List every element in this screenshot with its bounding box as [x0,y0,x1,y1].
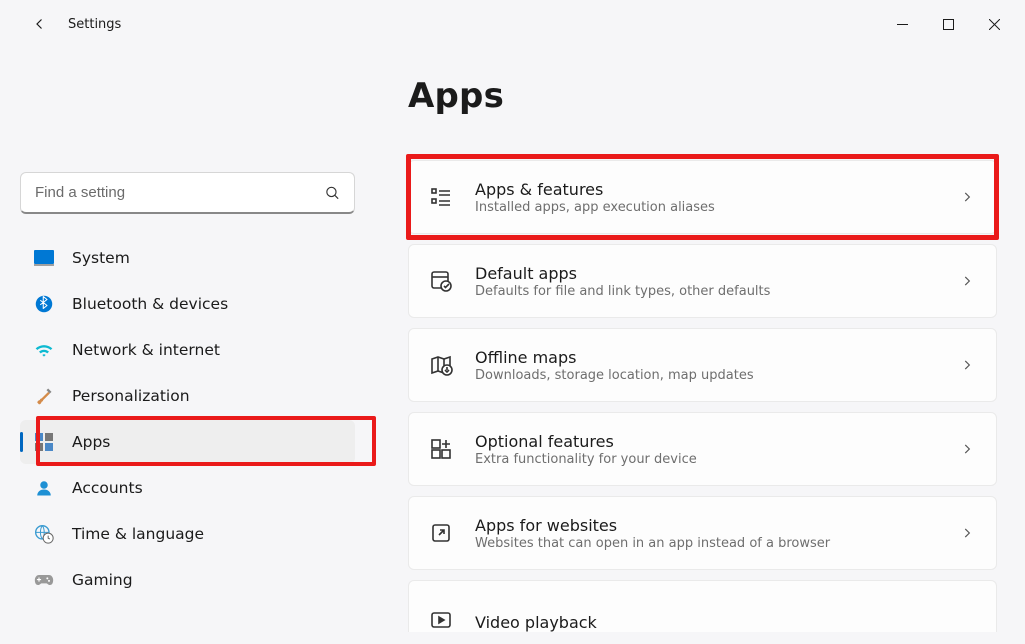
app-title: Settings [68,17,121,32]
paintbrush-icon [34,386,54,406]
nav-list: System Bluetooth & devices Network & int… [20,236,355,602]
chevron-right-icon [960,190,974,204]
grid-plus-icon [427,437,455,461]
apps-icon [34,432,54,452]
map-icon [427,353,455,377]
system-icon [34,248,54,268]
card-subtitle: Installed apps, app execution aliases [475,200,940,215]
arrow-left-icon [31,15,49,33]
card-subtitle: Extra functionality for your device [475,452,940,467]
maximize-button[interactable] [925,8,971,40]
card-subtitle: Websites that can open in an app instead… [475,536,940,551]
titlebar: Settings [0,0,1025,48]
sidebar-item-label: Accounts [72,479,143,497]
search-icon [324,185,341,202]
main-content: Apps Apps & features Installed apps, app… [360,48,1025,644]
sidebar-item-label: System [72,249,130,267]
chevron-right-icon [960,442,974,456]
globe-clock-icon [34,524,54,544]
sidebar-item-label: Bluetooth & devices [72,295,228,313]
default-apps-icon [427,269,455,293]
card-apps-features[interactable]: Apps & features Installed apps, app exec… [408,160,997,234]
page-title: Apps [408,76,997,116]
card-title: Offline maps [475,348,940,367]
sidebar-item-label: Network & internet [72,341,220,359]
bluetooth-icon [34,294,54,314]
window-controls [879,8,1017,40]
card-apps-for-websites[interactable]: Apps for websites Websites that can open… [408,496,997,570]
card-title: Apps for websites [475,516,940,535]
card-title: Apps & features [475,180,940,199]
sidebar-item-label: Personalization [72,387,190,405]
minimize-button[interactable] [879,8,925,40]
sidebar-item-label: Gaming [72,571,133,589]
card-title: Optional features [475,432,940,451]
sidebar-item-system[interactable]: System [20,236,355,280]
chevron-right-icon [960,358,974,372]
gamepad-icon [34,570,54,590]
card-offline-maps[interactable]: Offline maps Downloads, storage location… [408,328,997,402]
video-icon [427,608,455,632]
maximize-icon [943,19,954,30]
back-button[interactable] [20,4,60,44]
chevron-right-icon [960,274,974,288]
list-icon [427,185,455,209]
chevron-right-icon [960,526,974,540]
person-icon [34,478,54,498]
card-title: Default apps [475,264,940,283]
sidebar-item-network[interactable]: Network & internet [20,328,355,372]
card-subtitle: Downloads, storage location, map updates [475,368,940,383]
close-button[interactable] [971,8,1017,40]
card-optional-features[interactable]: Optional features Extra functionality fo… [408,412,997,486]
sidebar-item-bluetooth[interactable]: Bluetooth & devices [20,282,355,326]
sidebar: System Bluetooth & devices Network & int… [0,48,360,644]
card-default-apps[interactable]: Default apps Defaults for file and link … [408,244,997,318]
wifi-icon [34,340,54,360]
search-container [20,172,355,214]
sidebar-item-label: Apps [72,433,110,451]
card-list: Apps & features Installed apps, app exec… [408,160,997,632]
open-external-icon [427,521,455,545]
card-video-playback[interactable]: Video playback [408,580,997,632]
sidebar-item-personalization[interactable]: Personalization [20,374,355,418]
close-icon [989,19,1000,30]
sidebar-item-gaming[interactable]: Gaming [20,558,355,602]
search-input[interactable] [20,172,355,214]
card-subtitle: Defaults for file and link types, other … [475,284,940,299]
sidebar-item-apps[interactable]: Apps [20,420,355,464]
sidebar-item-label: Time & language [72,525,204,543]
sidebar-item-accounts[interactable]: Accounts [20,466,355,510]
sidebar-item-time-language[interactable]: Time & language [20,512,355,556]
card-title: Video playback [475,613,974,632]
minimize-icon [897,19,908,30]
